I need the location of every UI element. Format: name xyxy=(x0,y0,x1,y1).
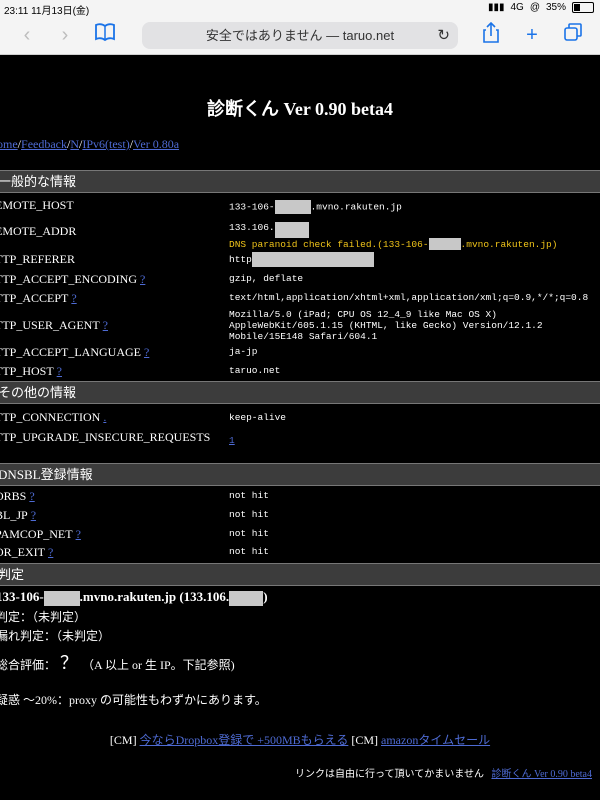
nav-link-ipv6[interactable]: IPv6(test) xyxy=(82,137,129,151)
row-key: ORBS? xyxy=(0,489,35,503)
judge-host: 133-106- .mvno.rakuten.jp (133.106.) xyxy=(0,589,268,606)
row-value: ja-jp xyxy=(229,346,258,357)
section-header-other: その他の情報 xyxy=(0,381,600,404)
row-key: BL_JP? xyxy=(0,508,37,522)
row-key: TTP_ACCEPT? xyxy=(0,291,77,305)
judge-line: 判定：（未判定） xyxy=(0,610,87,624)
back-icon[interactable]: ‹ xyxy=(14,22,40,48)
ad-link-amazon[interactable]: amazonタイムセール xyxy=(381,733,490,747)
row-value: 133-106- .mvno.rakuten.jp xyxy=(229,200,402,214)
bookmarks-icon[interactable] xyxy=(92,22,118,48)
judge-overall: 総合評価：？（A 以上 or 生 IP。下記参照) xyxy=(0,653,235,673)
row-key: TTP_USER_AGENT? xyxy=(0,318,108,332)
nav-links: ome/Feedback/N/IPv6(test)/Ver 0.80a xyxy=(0,137,179,152)
judge-suspicion: 疑惑 〜20%：proxy の可能性もわずかにあります。 xyxy=(0,693,267,707)
signal-icon: ▮▮▮ xyxy=(487,2,505,13)
section-header-dnsbl: DNSBL登録情報 xyxy=(0,463,600,486)
redacted-block xyxy=(274,200,311,214)
browser-toolbar: ‹ › 安全ではありません — taruo.net ↻ + xyxy=(0,16,600,55)
row-value: Mozilla/5.0 (iPad; CPU OS 12_4_9 like Ma… xyxy=(229,309,543,342)
row-key: EMOTE_HOST xyxy=(0,198,74,212)
address-text: 安全ではありません — taruo.net xyxy=(205,28,395,43)
status-indicators: ▮▮▮ 4G @ 35% xyxy=(488,2,594,13)
orientation-lock-icon: @ xyxy=(529,2,540,13)
judge-leak-line: 漏れ判定：（未判定） xyxy=(0,629,111,643)
row-value: not hit xyxy=(229,509,269,520)
page-title: 診断くん Ver 0.90 beta4 xyxy=(207,99,393,119)
help-link[interactable]: ? xyxy=(76,527,81,541)
section-title: 一般的な情報 xyxy=(0,174,77,189)
ad-line: [CM] 今ならDropbox登録で +500MBもらえる [CM] amazo… xyxy=(0,731,600,748)
nav-link-n[interactable]: N xyxy=(70,137,79,151)
help-link[interactable]: ? xyxy=(144,345,149,359)
forward-icon[interactable]: › xyxy=(52,22,78,48)
section-title: その他の情報 xyxy=(0,385,77,400)
nav-link-ver080a[interactable]: Ver 0.80a xyxy=(133,137,179,151)
row-value: not hit xyxy=(229,490,269,501)
battery-percent: 35% xyxy=(545,2,566,13)
redacted-block xyxy=(43,590,80,606)
reload-icon[interactable]: ↻ xyxy=(437,22,450,49)
row-value: keep-alive xyxy=(229,412,287,423)
help-link[interactable]: . xyxy=(103,410,106,424)
row-key: TTP_REFERER xyxy=(0,252,76,266)
help-link[interactable]: ? xyxy=(57,364,62,378)
help-link[interactable]: ? xyxy=(103,318,108,332)
row-key: TTP_ACCEPT_ENCODING? xyxy=(0,272,146,286)
row-value-link[interactable]: 1 xyxy=(229,435,235,446)
dns-warning: DNS paranoid check failed.(133-106- .mvno… xyxy=(229,238,558,250)
network-label: 4G xyxy=(510,2,524,13)
help-link[interactable]: ? xyxy=(29,489,34,503)
share-icon[interactable] xyxy=(478,21,504,48)
footer-link[interactable]: 診断くん Ver 0.90 beta4 xyxy=(491,769,592,780)
section-header-general: 一般的な情報 xyxy=(0,170,600,193)
redacted-block xyxy=(251,252,374,267)
address-bar[interactable]: 安全ではありません — taruo.net ↻ xyxy=(142,22,458,49)
footer: リンクは自由に行って頂いてかまいません 診断くん Ver 0.90 beta4 xyxy=(295,765,592,780)
overall-grade: ？ xyxy=(60,653,79,673)
row-value: not hit xyxy=(229,528,269,539)
row-value: gzip, deflate xyxy=(229,273,304,284)
row-key: OR_EXIT? xyxy=(0,545,54,559)
row-key: TTP_ACCEPT_LANGUAGE? xyxy=(0,345,150,359)
help-link[interactable]: ? xyxy=(31,508,36,522)
row-key: PAMCOP_NET? xyxy=(0,527,81,541)
nav-link-home[interactable]: ome xyxy=(0,137,18,151)
status-bar: 23:11 11月13日(金) ▮▮▮ 4G @ 35% xyxy=(0,0,600,17)
redacted-block xyxy=(274,222,309,238)
cm-label: [CM] xyxy=(109,733,137,747)
row-value: http xyxy=(229,252,600,267)
section-title: 判定 xyxy=(0,567,25,582)
section-header-judge: 判定 xyxy=(0,563,600,586)
row-key: EMOTE_ADDR xyxy=(0,224,77,238)
row-key: TTP_UPGRADE_INSECURE_REQUESTS xyxy=(0,430,211,444)
battery-icon xyxy=(572,2,594,13)
redacted-block xyxy=(229,590,264,606)
row-value: 133.106. DNS paranoid check failed.(133-… xyxy=(229,222,600,250)
row-key: TTP_HOST? xyxy=(0,364,62,378)
help-link[interactable]: ? xyxy=(71,291,76,305)
row-value: not hit xyxy=(229,546,269,557)
help-link[interactable]: ? xyxy=(48,545,53,559)
footer-text: リンクは自由に行って頂いてかまいません xyxy=(295,769,484,780)
nav-link-feedback[interactable]: Feedback xyxy=(21,137,67,151)
status-time-date: 23:11 11月13日(金) xyxy=(4,2,89,17)
row-value: text/html,application/xhtml+xml,applicat… xyxy=(229,292,589,303)
help-link[interactable]: ? xyxy=(140,272,145,286)
tabs-icon[interactable] xyxy=(560,22,586,48)
new-tab-icon[interactable]: + xyxy=(519,22,545,48)
web-page: 診断くん Ver 0.90 beta4 ome/Feedback/N/IPv6(… xyxy=(0,55,600,800)
row-key: TTP_CONNECTION. xyxy=(0,410,107,424)
ad-link-dropbox[interactable]: 今ならDropbox登録で +500MBもらえる xyxy=(140,733,349,747)
section-title: DNSBL登録情報 xyxy=(0,467,93,482)
row-value: taruo.net xyxy=(229,365,281,376)
redacted-block xyxy=(428,238,461,250)
cm-label: [CM] xyxy=(351,733,378,747)
